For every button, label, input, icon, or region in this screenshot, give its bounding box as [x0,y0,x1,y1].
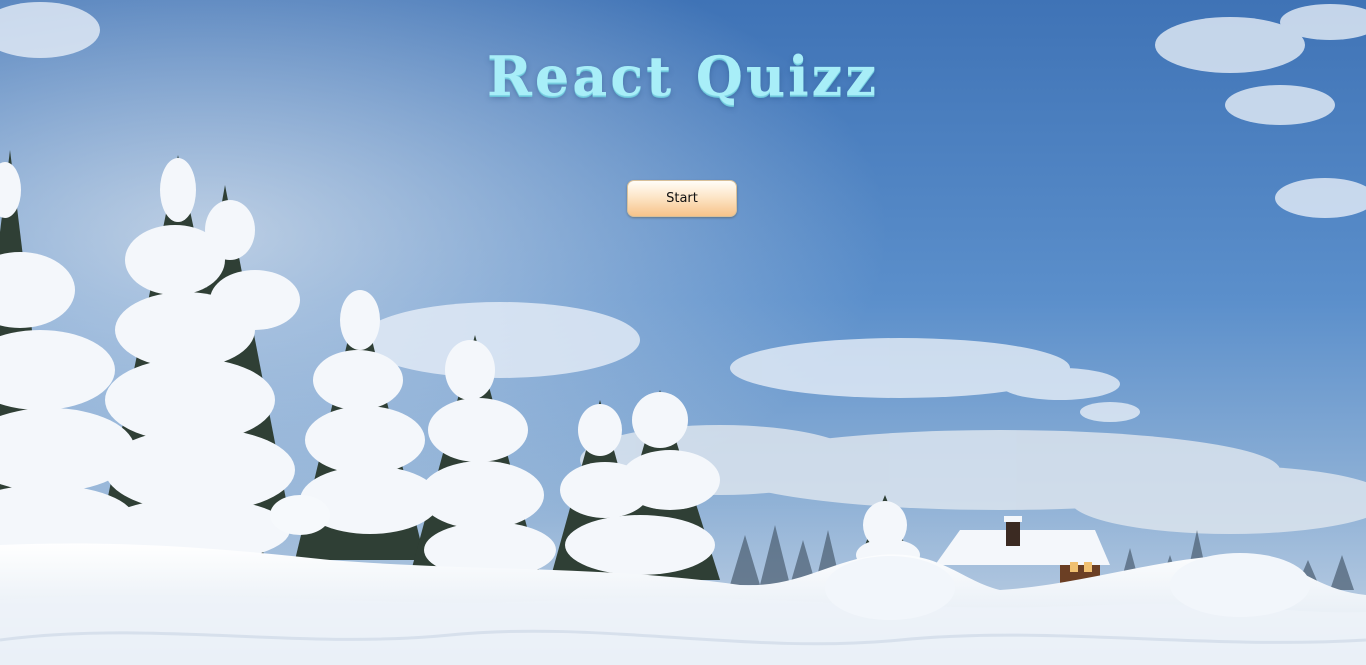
app-title: React Quizz [487,44,879,108]
start-button[interactable]: Start [627,180,737,217]
